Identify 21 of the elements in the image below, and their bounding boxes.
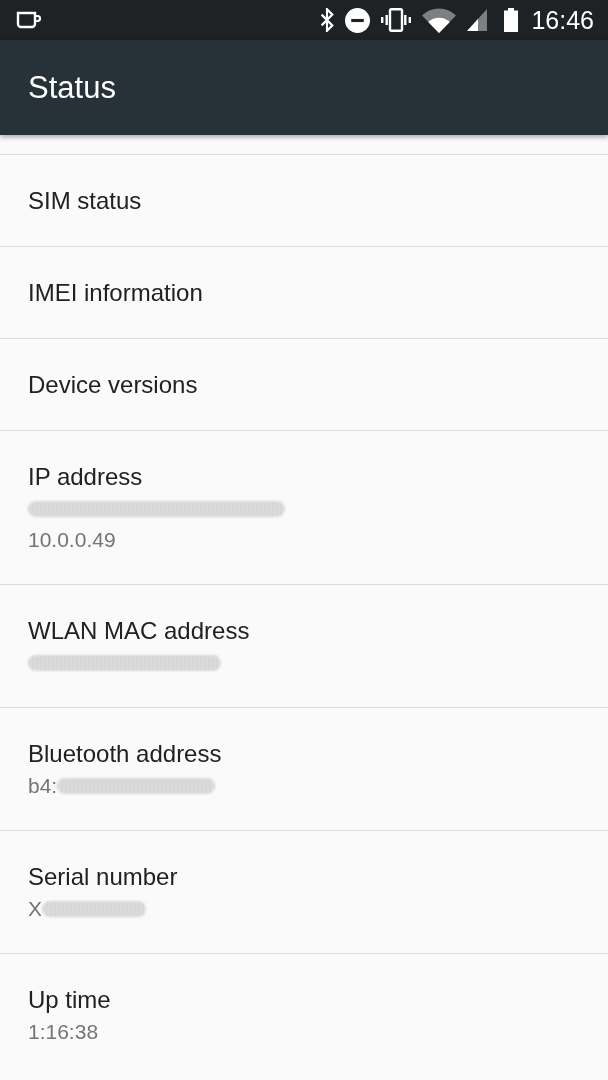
- setting-value: 1:16:38: [28, 1019, 99, 1045]
- clock-time: 16:46: [531, 6, 594, 34]
- mug-icon: [16, 11, 42, 29]
- battery-icon: [504, 8, 519, 32]
- setting-value: 10.0.0.49: [28, 527, 116, 553]
- bluetooth-icon: [320, 8, 335, 32]
- setting-label: Serial number: [28, 862, 179, 892]
- screen-title: Status: [28, 69, 116, 106]
- setting-value: b4:: [28, 773, 58, 799]
- setting-label: Bluetooth address: [28, 739, 223, 769]
- setting-value: X: [28, 896, 42, 922]
- wifi-icon: [422, 7, 457, 33]
- setting-label: WLAN MAC address: [28, 616, 251, 646]
- vibrate-icon: [381, 8, 412, 32]
- setting-label: Up time: [28, 985, 112, 1015]
- signal-icon: [467, 9, 488, 31]
- minus-circle-icon: [345, 7, 371, 33]
- menu-item[interactable]: IMEI information: [0, 247, 608, 339]
- menu-item[interactable]: Device versions: [0, 339, 608, 431]
- setting-label: IP address: [28, 462, 144, 492]
- menu-item[interactable]: SIM status: [0, 155, 608, 247]
